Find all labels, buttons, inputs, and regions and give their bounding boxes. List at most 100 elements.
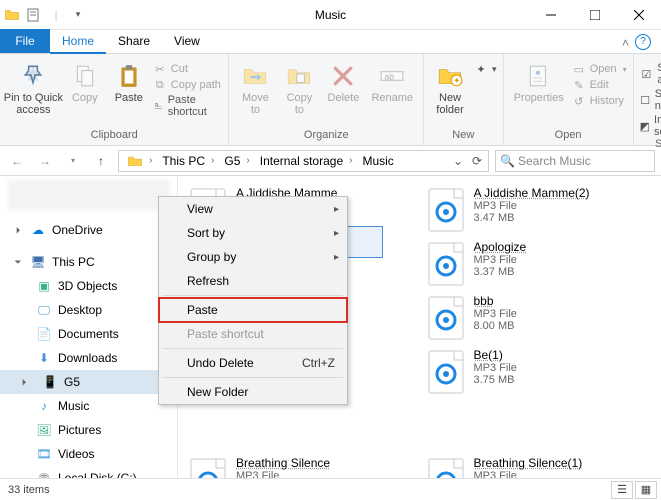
view-details-button[interactable]: ☰ (611, 481, 633, 499)
pastesc-label: Paste shortcut (168, 94, 223, 118)
chevron-right-icon: ▸ (334, 252, 339, 263)
close-button[interactable] (617, 0, 661, 30)
recent-dropdown[interactable]: ▾ (62, 150, 84, 172)
svg-text:✦: ✦ (453, 76, 461, 86)
copy-path-button[interactable]: ⧉Copy path (153, 78, 223, 92)
search-icon: 🔍 (500, 154, 514, 168)
address-bar-row: ← → ▾ ↑ › This PC› G5› Internal storage›… (0, 146, 661, 176)
pastesc-icon: ⎁ (153, 99, 164, 113)
invert-selection-button[interactable]: ◩Invert selection (640, 114, 661, 138)
rename-label: Rename (371, 92, 413, 104)
cut-button[interactable]: ✂Cut (153, 62, 223, 76)
open-group-label: Open (510, 129, 627, 145)
tab-home[interactable]: Home (50, 29, 106, 53)
ctx-sortby[interactable]: Sort by▸ (159, 221, 347, 245)
nav-downloads[interactable]: ⬇Downloads (0, 346, 177, 370)
breadcrumb-seg-0[interactable]: This PC (156, 151, 207, 171)
delete-icon (329, 62, 357, 90)
tab-share[interactable]: Share (106, 29, 162, 53)
ribbon-group-select: ☑Select all ☐Select none ◩Invert selecti… (634, 54, 661, 145)
properties-qat-icon[interactable] (26, 7, 42, 23)
collapse-ribbon-icon[interactable]: ˄ (622, 36, 629, 50)
history-button[interactable]: ↺History (572, 94, 627, 108)
file-item[interactable]: Be(1)MP3 File3.75 MB (420, 344, 658, 398)
file-item[interactable]: A Jiddishe Mamme(2)MP3 File3.47 MB (420, 182, 658, 236)
chevron-right-icon[interactable]: › (242, 155, 253, 166)
pin-quick-access-button[interactable]: Pin to Quick access (6, 60, 61, 118)
delete-button[interactable]: Delete (323, 60, 363, 106)
minimize-button[interactable] (529, 0, 573, 30)
nav-g5[interactable]: ⏵📱G5 (0, 370, 177, 394)
nav-3d-objects[interactable]: ▣3D Objects (0, 274, 177, 298)
properties-icon (525, 62, 553, 90)
properties-button[interactable]: Properties (510, 60, 568, 106)
breadcrumb[interactable]: › This PC› G5› Internal storage› Music ⌄… (118, 150, 489, 172)
file-item[interactable]: Breathing Silence(1)MP3 File9.92 MB (420, 452, 658, 478)
clipboard-group-label: Clipboard (6, 129, 222, 145)
copypath-icon: ⧉ (153, 78, 167, 92)
ctx-refresh[interactable]: Refresh (159, 269, 347, 293)
mp3-file-icon (188, 456, 228, 478)
file-type: MP3 File (474, 254, 652, 266)
3d-icon: ▣ (36, 278, 52, 294)
file-item[interactable]: bbbMP3 File8.00 MB (420, 290, 658, 344)
nav-this-pc[interactable]: ⏷🖥This PC (0, 250, 177, 274)
move-to-button[interactable]: Move to (235, 60, 275, 118)
copy-to-button[interactable]: Copy to (279, 60, 319, 118)
rename-button[interactable]: abRename (367, 60, 417, 106)
cut-icon: ✂ (153, 62, 167, 76)
open-label: Open (590, 63, 617, 75)
chevron-right-icon[interactable]: › (207, 155, 218, 166)
breadcrumb-seg-3[interactable]: Music (356, 151, 395, 171)
ctx-sortby-label: Sort by (187, 226, 225, 240)
file-item[interactable]: Breathing SilenceMP3 File9.92 MB (182, 452, 420, 478)
new-folder-button[interactable]: ✦New folder (430, 60, 470, 118)
search-input[interactable]: 🔍 Search Music (495, 150, 655, 172)
chevron-right-icon: ▸ (334, 204, 339, 215)
view-large-button[interactable]: ▦ (635, 481, 657, 499)
ctx-groupby[interactable]: Group by▸ (159, 245, 347, 269)
chevron-right-icon[interactable]: › (345, 155, 356, 166)
file-item[interactable]: ApologizeMP3 File3.37 MB (420, 236, 658, 290)
nav-label: Music (58, 399, 89, 413)
ctx-paste[interactable]: Paste (159, 298, 347, 322)
breadcrumb-seg-1[interactable]: G5 (218, 151, 242, 171)
help-icon[interactable]: ? (635, 34, 651, 50)
folder-icon (4, 7, 20, 23)
nav-disk-c[interactable]: ⛃Local Disk (C:) (0, 466, 177, 478)
nav-documents[interactable]: 📄Documents (0, 322, 177, 346)
refresh-icon[interactable]: ⟳ (468, 152, 486, 170)
tab-view[interactable]: View (162, 29, 212, 53)
ctx-undo-shortcut: Ctrl+Z (302, 356, 335, 370)
nav-label: Local Disk (C:) (58, 471, 137, 478)
chevron-right-icon[interactable]: › (145, 155, 156, 166)
paste-shortcut-button[interactable]: ⎁ Paste shortcut (153, 94, 223, 118)
breadcrumb-seg-2[interactable]: Internal storage (254, 151, 345, 171)
file-size: 3.75 MB (474, 374, 652, 386)
back-button[interactable]: ← (6, 150, 28, 172)
qat-dropdown-icon[interactable]: ▾ (70, 7, 86, 23)
new-item-button[interactable]: ✦▾ (474, 62, 497, 76)
nav-videos[interactable]: 🎞Videos (0, 442, 177, 466)
select-none-button[interactable]: ☐Select none (640, 88, 661, 112)
edit-button[interactable]: ✎Edit (572, 78, 627, 92)
ctx-new-folder[interactable]: New Folder (159, 380, 347, 404)
select-all-button[interactable]: ☑Select all (640, 62, 661, 86)
invert-icon: ◩ (640, 119, 650, 133)
ctx-undo-delete[interactable]: Undo Delete Ctrl+Z (159, 351, 347, 375)
forward-button[interactable]: → (34, 150, 56, 172)
address-dropdown-icon[interactable]: ⌄ (450, 152, 466, 170)
nav-pictures[interactable]: 🖼Pictures (0, 418, 177, 442)
ctx-view[interactable]: View▸ (159, 197, 347, 221)
maximize-button[interactable] (573, 0, 617, 30)
tab-file[interactable]: File (0, 29, 50, 53)
up-button[interactable]: ↑ (90, 150, 112, 172)
open-button[interactable]: ▭Open▾ (572, 62, 627, 76)
copy-button[interactable]: Copy (65, 60, 105, 106)
file-size: 3.47 MB (474, 212, 652, 224)
nav-onedrive[interactable]: ⏵☁OneDrive (0, 218, 177, 242)
nav-music[interactable]: ♪Music (0, 394, 177, 418)
nav-desktop[interactable]: 🖵Desktop (0, 298, 177, 322)
paste-button[interactable]: Paste (109, 60, 149, 106)
ctx-undo-label: Undo Delete (187, 356, 254, 370)
